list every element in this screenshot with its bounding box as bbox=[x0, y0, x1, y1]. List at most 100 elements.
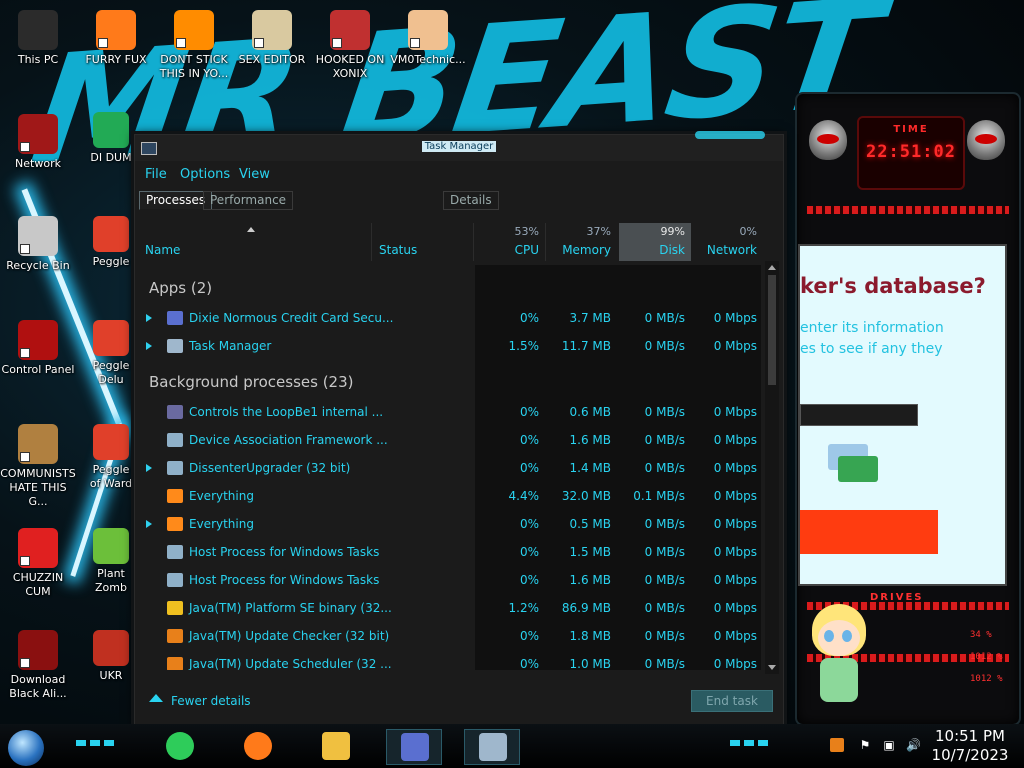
tab-details[interactable]: Details bbox=[443, 191, 499, 210]
taskbar-clock[interactable]: 10:51 PM 10/7/2023 bbox=[930, 727, 1010, 765]
scroll-up-arrow-icon[interactable] bbox=[768, 265, 776, 270]
fewer-details-link[interactable]: Fewer details bbox=[171, 694, 251, 708]
tab-performance[interactable]: Performance bbox=[203, 191, 294, 210]
vertical-scrollbar[interactable] bbox=[765, 261, 779, 674]
shortcut-arrow-icon bbox=[98, 38, 108, 48]
desktop-icon[interactable]: HOOKED ON XONIX bbox=[312, 10, 388, 81]
process-row[interactable]: Java(TM) Platform SE binary (32... 1.2% 86… bbox=[137, 595, 761, 623]
collapse-arrow-icon[interactable] bbox=[149, 694, 163, 702]
scroll-thumb[interactable] bbox=[768, 275, 776, 385]
shortcut-arrow-icon bbox=[176, 38, 186, 48]
process-memory: 0.5 MB bbox=[569, 517, 611, 531]
process-row[interactable]: DissenterUpgrader (32 bit) 0% 1.4 MB 0 MB/s… bbox=[137, 455, 761, 483]
process-row[interactable]: Dixie Normous Credit Card Secu... 0% 3.7 M… bbox=[137, 305, 761, 333]
desktop-icon[interactable]: Download Black Ali... bbox=[0, 630, 76, 701]
process-row[interactable]: Java(TM) Update Checker (32 bit) 0% 1.8 MB… bbox=[137, 623, 761, 651]
flag-icon[interactable]: ⚑ bbox=[858, 738, 872, 752]
process-name: Everything bbox=[189, 489, 254, 503]
process-row[interactable]: Controls the LoopBe1 internal ... 0% 0.6 M… bbox=[137, 399, 761, 427]
time-label: TIME bbox=[893, 124, 929, 135]
taskbar-button[interactable] bbox=[464, 729, 520, 765]
process-network: 0 Mbps bbox=[713, 433, 757, 447]
process-name: Device Association Framework ... bbox=[189, 433, 388, 447]
title-bar-decoration bbox=[695, 131, 765, 139]
desktop-icon[interactable]: VM0Technic... bbox=[390, 10, 466, 67]
search-field[interactable] bbox=[800, 404, 918, 426]
expand-chevron-icon[interactable] bbox=[146, 520, 152, 528]
desktop-icon[interactable]: Control Panel bbox=[0, 320, 76, 377]
title-bar[interactable]: Task Manager bbox=[135, 131, 783, 161]
column-cpu[interactable]: CPU bbox=[477, 243, 539, 257]
taskbar-button[interactable] bbox=[308, 729, 362, 763]
process-disk: 0 MB/s bbox=[644, 629, 685, 643]
computer-icon bbox=[18, 10, 58, 50]
xonix-game-icon bbox=[330, 10, 370, 50]
process-cpu: 0% bbox=[519, 405, 539, 419]
column-status[interactable]: Status bbox=[379, 243, 417, 257]
volume-icon[interactable]: 🔊 bbox=[906, 738, 921, 752]
doctor-avatar-icon bbox=[408, 10, 448, 50]
desktop-icon[interactable]: Recycle Bin bbox=[0, 216, 76, 273]
desktop-icon[interactable]: UKR bbox=[88, 630, 134, 683]
recycle-bin-icon bbox=[18, 216, 58, 256]
desktop-icon[interactable]: Peggle bbox=[88, 216, 134, 269]
desktop-icon[interactable]: SEX EDITOR bbox=[234, 10, 310, 67]
desktop-icon[interactable]: FURRY FUX bbox=[78, 10, 154, 67]
task-manager-icon bbox=[167, 339, 183, 353]
expand-chevron-icon[interactable] bbox=[146, 464, 152, 472]
java-tray-icon[interactable] bbox=[830, 738, 844, 752]
desktop-icon[interactable]: Network bbox=[0, 114, 76, 171]
process-row[interactable]: Host Process for Windows Tasks 0% 1.6 MB 0 … bbox=[137, 567, 761, 595]
process-name: DissenterUpgrader (32 bit) bbox=[189, 461, 351, 475]
end-task-button[interactable]: End task bbox=[691, 690, 773, 712]
process-memory: 86.9 MB bbox=[561, 601, 611, 615]
desktop-icon[interactable]: Plant Zomb bbox=[88, 528, 134, 595]
desktop-icon[interactable]: Peggle of Ward bbox=[88, 424, 134, 491]
process-cpu: 1.2% bbox=[508, 601, 540, 615]
column-name[interactable]: Name bbox=[145, 243, 180, 257]
task-manager-window[interactable]: Task Manager File Options View Processes… bbox=[134, 131, 784, 726]
process-name: Everything bbox=[189, 517, 254, 531]
desktop-icon[interactable]: This PC bbox=[0, 10, 76, 67]
taskbar-button[interactable] bbox=[152, 729, 206, 763]
desktop-icon-label: Network bbox=[15, 157, 61, 170]
desktop-icon[interactable]: DONT STICK THIS IN YO... bbox=[156, 10, 232, 81]
process-name: Task Manager bbox=[189, 339, 272, 353]
column-network[interactable]: Network bbox=[693, 243, 757, 257]
expand-chevron-icon[interactable] bbox=[146, 342, 152, 350]
process-row[interactable]: Everything 4.4% 32.0 MB 0.1 MB/s 0 Mbps bbox=[137, 483, 761, 511]
desktop-icon-label: Peggle Delu bbox=[92, 359, 130, 386]
firefox-icon bbox=[96, 10, 136, 50]
desktop-icon[interactable]: DI DUM bbox=[88, 112, 134, 165]
column-divider bbox=[545, 223, 546, 261]
network-tray-icon[interactable]: ▣ bbox=[882, 738, 896, 752]
process-row[interactable]: Device Association Framework ... 0% 1.6 MB… bbox=[137, 427, 761, 455]
scroll-down-arrow-icon[interactable] bbox=[768, 665, 776, 670]
process-row[interactable]: Host Process for Windows Tasks 0% 1.5 MB 0 … bbox=[137, 539, 761, 567]
desktop-icon[interactable]: COMMUNISTS HATE THIS G... bbox=[0, 424, 76, 509]
shortcut-arrow-icon bbox=[20, 348, 30, 358]
tab-processes[interactable]: Processes bbox=[139, 191, 213, 210]
start-orb-icon[interactable] bbox=[8, 730, 44, 766]
process-network: 0 Mbps bbox=[713, 657, 757, 670]
process-row[interactable]: Everything 0% 0.5 MB 0 MB/s 0 Mbps bbox=[137, 511, 761, 539]
orange-button[interactable] bbox=[800, 510, 938, 554]
desktop-icon[interactable]: CHUZZIN CUM bbox=[0, 528, 76, 599]
process-disk: 0 MB/s bbox=[644, 433, 685, 447]
java-icon bbox=[167, 657, 183, 670]
process-row[interactable]: Task Manager 1.5% 11.7 MB 0 MB/s 0 Mbps bbox=[137, 333, 761, 361]
star-icon bbox=[167, 601, 183, 615]
browser-text: enter its information bbox=[800, 320, 944, 336]
desktop-icon[interactable]: Peggle Delu bbox=[88, 320, 134, 387]
expand-chevron-icon[interactable] bbox=[146, 314, 152, 322]
column-disk[interactable]: Disk bbox=[619, 243, 685, 257]
browser-heading: ker's database? bbox=[800, 274, 986, 298]
menu-options[interactable]: Options bbox=[180, 167, 230, 182]
cartoon-character-sticker bbox=[798, 598, 880, 720]
column-memory[interactable]: Memory bbox=[547, 243, 611, 257]
menu-file[interactable]: File bbox=[145, 167, 167, 182]
menu-view[interactable]: View bbox=[239, 167, 270, 182]
taskbar-button[interactable] bbox=[386, 729, 442, 765]
taskbar-button[interactable] bbox=[230, 729, 284, 763]
process-row[interactable]: Java(TM) Update Scheduler (32 ... 0% 1.0 M… bbox=[137, 651, 761, 670]
